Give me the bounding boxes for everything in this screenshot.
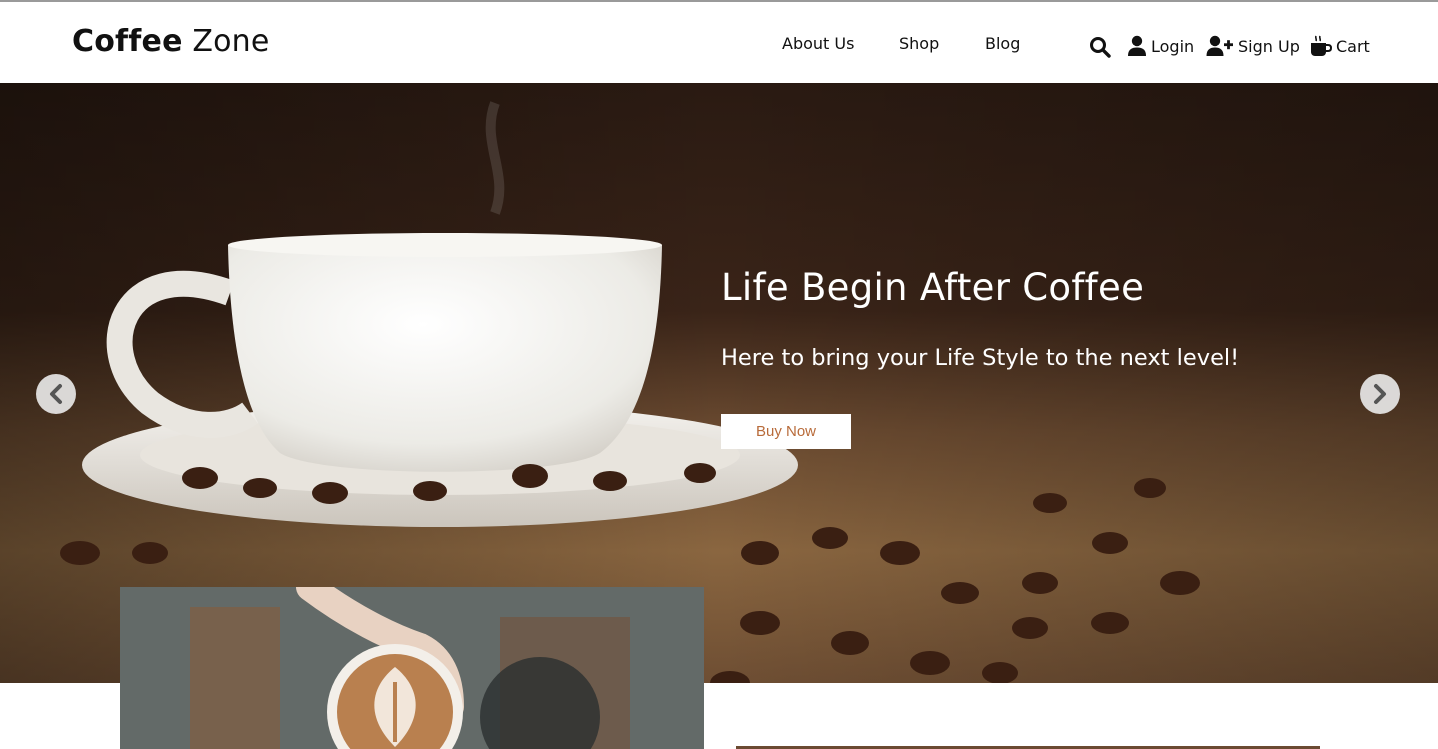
- cart-link[interactable]: Cart: [1310, 35, 1370, 57]
- chevron-right-icon: [1374, 384, 1386, 404]
- nav-about-us[interactable]: About Us: [782, 34, 854, 53]
- carousel-next-button[interactable]: [1360, 374, 1400, 414]
- search-icon: [1090, 37, 1111, 58]
- login-link[interactable]: Login: [1127, 35, 1194, 57]
- user-plus-icon: [1206, 35, 1233, 56]
- latte-image: [120, 587, 704, 749]
- login-label: Login: [1151, 36, 1195, 56]
- hero-title: Life Begin After Coffee: [721, 266, 1145, 309]
- hero-subtitle: Here to bring your Life Style to the nex…: [721, 345, 1240, 371]
- nav-shop[interactable]: Shop: [899, 34, 939, 53]
- buy-now-button[interactable]: Buy Now: [721, 414, 851, 449]
- site-header: Coffee Zone About Us Shop Blog Login Sig…: [0, 2, 1438, 83]
- carousel-prev-button[interactable]: [36, 374, 76, 414]
- search-button[interactable]: [1089, 36, 1111, 58]
- user-icon: [1128, 35, 1146, 56]
- signup-label: Sign Up: [1238, 36, 1300, 56]
- coffee-cup-icon: [1311, 35, 1332, 56]
- signup-link[interactable]: Sign Up: [1206, 35, 1300, 57]
- nav-blog[interactable]: Blog: [985, 34, 1020, 53]
- chevron-left-icon: [50, 384, 62, 404]
- latte-art-graphic: [120, 587, 704, 749]
- cart-label: Cart: [1336, 36, 1370, 56]
- logo-bold-text: Coffee: [72, 24, 183, 59]
- site-logo[interactable]: Coffee Zone: [72, 24, 270, 59]
- logo-light-text: Zone: [182, 24, 270, 59]
